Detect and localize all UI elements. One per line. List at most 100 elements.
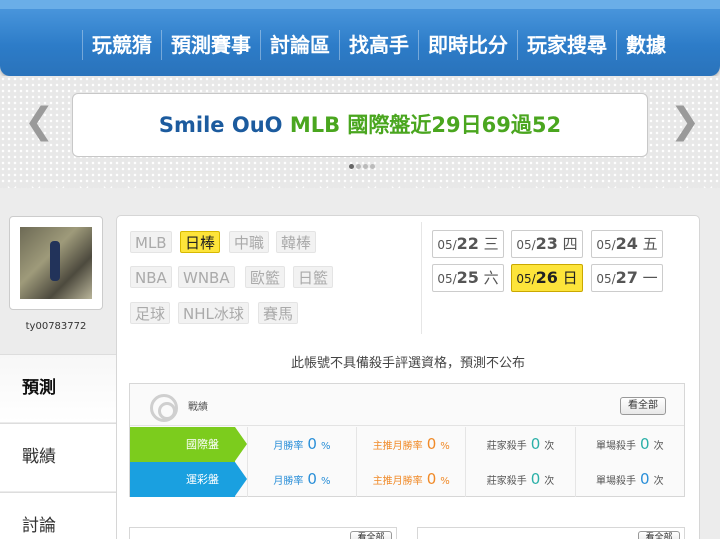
stat-label: 單場殺手 — [596, 476, 637, 487]
top-navigation-bar: 玩競猜 預測賽事 討論區 找高手 即時比分 玩家搜尋 數據 — [0, 0, 720, 76]
stat-label: 莊家殺手 — [486, 441, 527, 452]
stat-label: 月勝率 — [273, 441, 304, 452]
nav-item-experts[interactable]: 找高手 — [339, 30, 418, 60]
sidebar-tab-discussion[interactable]: 討論 — [0, 492, 116, 539]
sidebar-tab-record[interactable]: 戰績 — [0, 423, 116, 491]
view-all-button[interactable]: 看全部 — [620, 397, 666, 415]
username: ty00783772 — [25, 321, 87, 332]
date-month: 05/ — [437, 272, 457, 286]
stat-cell: 單場殺手 0 次 — [574, 462, 684, 497]
league-tab-wnba[interactable]: WNBA — [178, 266, 235, 288]
date-weekday: 四 — [562, 235, 578, 253]
date-weekday: 三 — [483, 235, 499, 253]
stat-value: 0 — [426, 435, 437, 453]
stat-cell: 月勝率 0% — [246, 427, 356, 462]
carousel-dot[interactable] — [356, 164, 361, 169]
nav-item-predict[interactable]: 預測賽事 — [161, 30, 260, 60]
stat-value: 0 — [307, 470, 317, 488]
league-tab-mlb[interactable]: MLB — [130, 231, 172, 253]
stat-cell: 單場殺手 0 次 — [574, 427, 684, 462]
avatar[interactable] — [20, 227, 92, 299]
league-tab-kbo[interactable]: 韓棒 — [276, 231, 317, 253]
carousel-dot[interactable] — [363, 164, 368, 169]
date-day: 24 — [615, 234, 638, 253]
stat-value: 0 — [530, 435, 541, 453]
date-button[interactable]: 05/24 五 — [591, 230, 663, 258]
league-tab-euro-basketball[interactable]: 歐籃 — [245, 266, 286, 288]
record-row-sports-lottery: 運彩盤 月勝率 0% 主推月勝率 0% 莊家殺手 0 次 單場殺手 0 次 — [130, 462, 684, 497]
carousel-dot[interactable] — [370, 164, 375, 169]
chevron-left-icon[interactable]: ❮ — [24, 101, 54, 142]
sidebar-tab-predict[interactable]: 預測 — [0, 354, 116, 422]
date-day: 25 — [456, 268, 479, 287]
carousel-indicator — [349, 164, 375, 169]
date-day: 23 — [535, 234, 558, 253]
date-month: 05/ — [437, 238, 457, 252]
date-button[interactable]: 05/23 四 — [511, 230, 583, 258]
banner-text: MLB 國際盤近29日69過52 — [282, 113, 562, 137]
date-button[interactable]: 05/27 一 — [591, 264, 663, 292]
stat-cell: 月勝率 0% — [246, 462, 356, 497]
stat-value: 0 — [426, 470, 437, 488]
league-tab-nba[interactable]: NBA — [130, 266, 172, 288]
nav-item-player-search[interactable]: 玩家搜尋 — [517, 30, 616, 60]
stat-value: 0 — [640, 470, 650, 488]
league-tab-soccer[interactable]: 足球 — [130, 302, 171, 324]
view-all-button[interactable]: 看全部 — [638, 531, 680, 539]
record-stats-panel: 戰績 看全部 國際盤 月勝率 0% 主推月勝率 0% 莊家殺手 0 次 單場殺手 0 次 運… — [129, 383, 685, 497]
stat-unit: 次 — [653, 476, 664, 487]
stat-label: 主推月勝率 — [372, 441, 423, 452]
record-row-international: 國際盤 月勝率 0% 主推月勝率 0% 莊家殺手 0 次 單場殺手 0 次 — [130, 427, 684, 462]
stat-label: 莊家殺手 — [486, 476, 527, 487]
stat-cell: 主推月勝率 0% — [356, 427, 465, 462]
league-tab-horse-racing[interactable]: 賽馬 — [258, 302, 299, 324]
bottom-card-right: 看全部 — [417, 527, 685, 539]
stat-unit: % — [320, 476, 331, 487]
stat-unit: 次 — [653, 441, 664, 452]
date-day: 27 — [615, 268, 638, 287]
chevron-right-icon[interactable]: ❯ — [670, 101, 700, 142]
stat-unit: % — [320, 441, 331, 452]
date-weekday: 日 — [562, 269, 578, 287]
nav-menu: 玩競猜 預測賽事 討論區 找高手 即時比分 玩家搜尋 數據 — [82, 30, 675, 60]
nav-item-livescore[interactable]: 即時比分 — [418, 30, 517, 60]
record-header: 戰績 看全部 — [130, 384, 684, 426]
banner-username: Smile OuO — [158, 113, 283, 137]
league-tab-nhl[interactable]: NHL冰球 — [178, 302, 249, 324]
stat-unit: % — [440, 441, 450, 452]
nav-item-forum[interactable]: 討論區 — [260, 30, 339, 60]
stat-value: 0 — [640, 435, 650, 453]
stat-label: 月勝率 — [273, 476, 304, 487]
league-tab-npb[interactable]: 日棒 — [180, 231, 221, 253]
date-month: 05/ — [596, 238, 616, 252]
stat-unit: % — [440, 476, 450, 487]
date-weekday: 一 — [642, 269, 658, 287]
date-day: 22 — [456, 234, 479, 253]
record-title: 戰績 — [188, 402, 208, 413]
nav-item-stats[interactable]: 數據 — [616, 30, 675, 60]
date-day: 26 — [535, 268, 558, 287]
scallop-divider — [0, 184, 720, 192]
date-month: 05/ — [516, 238, 536, 252]
stat-cell: 莊家殺手 0 次 — [465, 462, 574, 497]
bottom-card-left: 看全部 — [129, 527, 397, 539]
nav-item-guess[interactable]: 玩競猜 — [82, 30, 161, 60]
view-all-button[interactable]: 看全部 — [350, 531, 392, 539]
stat-label: 主推月勝率 — [372, 476, 423, 487]
date-weekday: 六 — [483, 269, 499, 287]
stat-unit: 次 — [544, 441, 555, 452]
date-button-selected[interactable]: 05/26 日 — [511, 264, 583, 292]
profile-card[interactable] — [9, 216, 103, 310]
league-tab-japan-basketball[interactable]: 日籃 — [293, 266, 334, 288]
stat-value: 0 — [307, 435, 317, 453]
date-button[interactable]: 05/25 六 — [432, 264, 504, 292]
stat-value: 0 — [530, 470, 541, 488]
carousel-dot-active[interactable] — [349, 164, 354, 169]
stat-cell: 莊家殺手 0 次 — [465, 427, 574, 462]
league-tab-cpbl[interactable]: 中職 — [229, 231, 270, 253]
date-button[interactable]: 05/22 三 — [432, 230, 504, 258]
panel-divider — [421, 222, 422, 334]
banner-slide[interactable]: Smile OuO MLB 國際盤近29日69過52 — [72, 93, 648, 157]
date-weekday: 五 — [642, 235, 658, 253]
stat-cell: 主推月勝率 0% — [356, 462, 465, 497]
